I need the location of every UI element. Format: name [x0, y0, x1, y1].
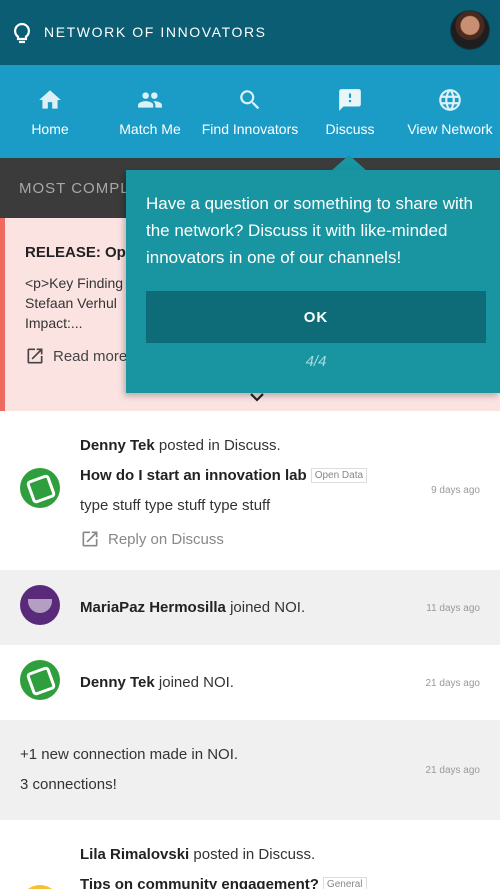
- featured-body-line-1: <p>Key Finding: [25, 275, 124, 291]
- search-icon: [240, 90, 260, 110]
- external-link-icon: [27, 348, 43, 364]
- timestamp: 21 days ago: [425, 678, 481, 689]
- read-more-label: Read more: [53, 347, 128, 365]
- user-name[interactable]: MariaPaz Hermosilla: [80, 599, 226, 616]
- nav-find-innovators-label: Find Innovators: [201, 121, 299, 137]
- feed-action: joined NOI.: [154, 674, 234, 691]
- channel-tag[interactable]: Open Data: [310, 468, 368, 483]
- feed-item-headline: Denny Tek joined NOI.: [80, 674, 234, 691]
- feed-item-headline: Lila Rimalovski posted in Discuss.: [80, 846, 315, 863]
- ok-button[interactable]: OK: [146, 291, 486, 343]
- user-name[interactable]: Denny Tek: [80, 674, 155, 691]
- connection-count: 3 connections!: [20, 776, 117, 793]
- feed-action: joined NOI.: [225, 599, 306, 616]
- nav-view-network-label: View Network: [407, 121, 493, 137]
- feed-action: posted in Discuss.: [189, 846, 316, 863]
- avatar[interactable]: [20, 468, 60, 508]
- featured-title: RELEASE: Ope: [25, 244, 135, 261]
- post-title[interactable]: How do I start an innovation lab Open Dat…: [80, 467, 368, 484]
- brand-title: NETWORK OF INNOVATORS: [44, 24, 267, 40]
- nav-discuss-label: Discuss: [325, 121, 375, 137]
- post-title-text: How do I start an innovation lab: [80, 467, 307, 484]
- avatar[interactable]: [20, 885, 60, 889]
- tooltip-text: Have a question or something to share wi…: [146, 194, 473, 267]
- nav-home-label: Home: [31, 121, 69, 137]
- post-title[interactable]: Tips on community engagement? General: [80, 876, 367, 889]
- nav-find-innovators[interactable]: Find Innovators: [200, 65, 300, 158]
- reply-label: Reply on Discuss: [108, 530, 224, 548]
- feed-item: MariaPaz Hermosilla joined NOI. 11 days …: [0, 570, 500, 645]
- reply-on-discuss-link[interactable]: Reply on Discuss: [80, 529, 224, 549]
- avatar[interactable]: [20, 585, 60, 625]
- nav-match-me-label: Match Me: [119, 121, 181, 137]
- globe-icon: [439, 89, 461, 111]
- post-title-text: Tips on community engagement?: [80, 876, 319, 889]
- feed-item: +1 new connection made in NOI. 3 connect…: [0, 720, 500, 820]
- feed-item: Denny Tek joined NOI. 21 days ago: [0, 645, 500, 720]
- timestamp: 9 days ago: [431, 485, 480, 496]
- feed-action: posted in Discuss.: [154, 437, 281, 454]
- feed-item-headline: MariaPaz Hermosilla joined NOI.: [80, 599, 305, 616]
- user-avatar[interactable]: [450, 10, 490, 50]
- onboarding-tooltip: Have a question or something to share wi…: [126, 170, 500, 393]
- timestamp: 11 days ago: [426, 603, 480, 614]
- timestamp: 21 days ago: [425, 765, 481, 776]
- avatar[interactable]: [20, 660, 60, 700]
- nav-discuss[interactable]: Discuss: [300, 65, 400, 158]
- user-name[interactable]: Lila Rimalovski: [80, 846, 189, 863]
- post-body: type stuff type stuff type stuff: [80, 497, 271, 514]
- tooltip-step-counter: 4/4: [305, 353, 327, 370]
- featured-body: <p>Key Finding Stefaan Verhul Impact:...: [25, 273, 135, 333]
- channel-tag[interactable]: General: [322, 877, 367, 889]
- featured-body-line-3: Impact:...: [25, 315, 83, 331]
- feed-item: Lila Rimalovski posted in Discuss. Tips …: [0, 820, 500, 889]
- featured-body-line-2: Stefaan Verhul: [25, 295, 117, 311]
- nav-home[interactable]: Home: [0, 65, 100, 158]
- nav-match-me[interactable]: Match Me: [100, 65, 200, 158]
- external-link-icon: [82, 531, 98, 547]
- connection-line: +1 new connection made in NOI.: [20, 746, 239, 763]
- section-title: MOST COMPL: [19, 180, 130, 197]
- feed-item-headline: Denny Tek posted in Discuss.: [80, 437, 281, 454]
- feed-item: Denny Tek posted in Discuss. How do I st…: [0, 411, 500, 570]
- home-icon: [39, 90, 61, 109]
- user-name[interactable]: Denny Tek: [80, 437, 155, 454]
- lightbulb-icon: [13, 22, 31, 44]
- chevron-down-icon[interactable]: [249, 392, 265, 402]
- people-icon: [138, 92, 162, 108]
- tooltip-arrow: [331, 155, 367, 171]
- read-more-link[interactable]: Read more: [25, 346, 127, 366]
- chat-alert-icon: [339, 89, 361, 111]
- top-bar: NETWORK OF INNOVATORS: [0, 0, 500, 65]
- main-nav: Home Match Me Find Innovators Discuss Vi…: [0, 65, 500, 158]
- nav-view-network[interactable]: View Network: [400, 65, 500, 158]
